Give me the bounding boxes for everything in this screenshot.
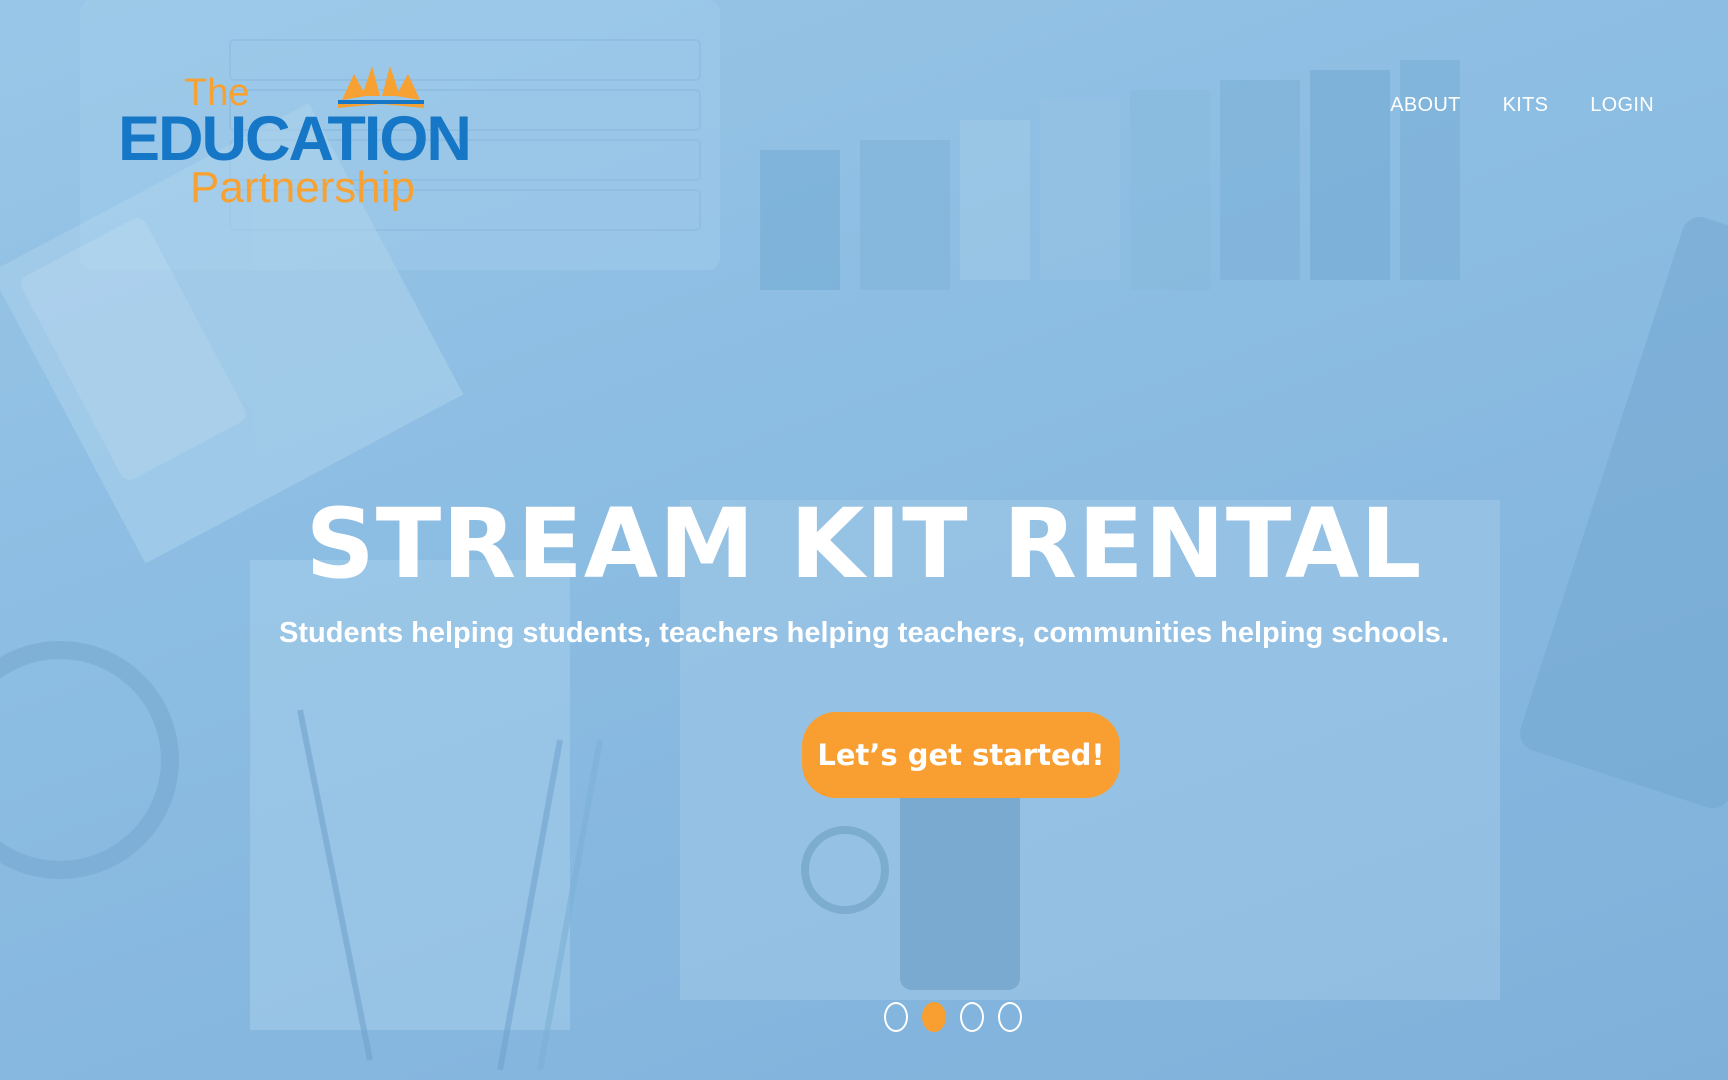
logo-text-education: EDUCATION (118, 104, 472, 174)
hero-title: STREAM KIT RENTAL (305, 488, 1423, 601)
hero-subtitle: Students helping students, teachers help… (279, 617, 1449, 649)
logo-text-partnership: Partnership (190, 163, 416, 212)
nav-login[interactable]: LOGIN (1590, 94, 1654, 117)
carousel-dot-2[interactable] (922, 1002, 946, 1032)
carousel-dot-3[interactable] (960, 1002, 984, 1032)
carousel-dot-4[interactable] (998, 1002, 1022, 1032)
carousel-pagination (884, 1002, 1022, 1032)
nav-kits[interactable]: KITS (1503, 94, 1549, 117)
site-logo[interactable]: The EDUCATION Partnership (118, 62, 488, 222)
main-nav: ABOUT KITS LOGIN (1390, 94, 1654, 117)
nav-about[interactable]: ABOUT (1390, 94, 1460, 117)
carousel-dot-1[interactable] (884, 1002, 908, 1032)
hero-banner: The EDUCATION Partnership ABOUT KITS LOG… (0, 0, 1728, 1080)
open-book-logo-icon (338, 66, 424, 108)
get-started-button[interactable]: Let’s get started! (802, 712, 1120, 798)
